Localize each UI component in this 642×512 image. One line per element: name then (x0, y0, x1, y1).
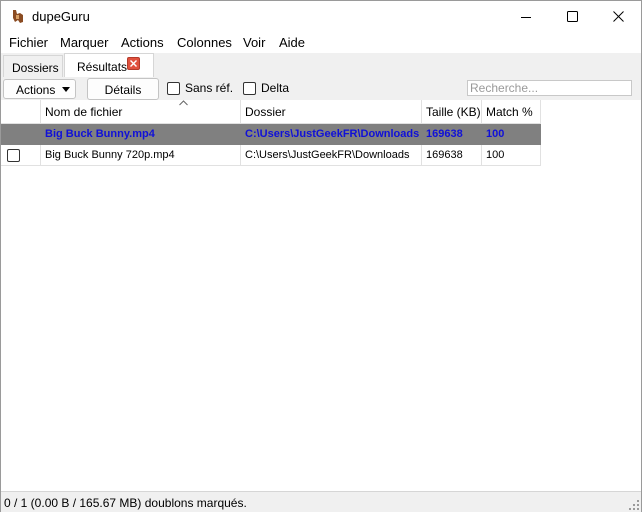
menu-colonnes[interactable]: Colonnes (177, 35, 232, 50)
actions-button-label: Actions (16, 83, 56, 97)
tab-dossiers[interactable]: Dossiers (3, 55, 63, 77)
row-mark-checkbox[interactable] (7, 149, 20, 162)
cell-folder: C:\Users\JustGeekFR\Downloads (241, 145, 422, 166)
menu-bar: Fichier Marquer Actions Colonnes Voir Ai… (1, 32, 641, 53)
column-header-label: Match % (486, 105, 533, 119)
column-header-dossier[interactable]: Dossier (241, 100, 422, 124)
column-header-match[interactable]: Match % (482, 100, 541, 124)
cell-filename: Big Buck Bunny 720p.mp4 (41, 145, 241, 166)
cell-filename: Big Buck Bunny.mp4 (41, 124, 241, 145)
maximize-icon (566, 11, 578, 22)
minimize-icon (521, 16, 531, 18)
close-tab-icon (130, 60, 137, 67)
cell-match: 100 (482, 124, 541, 145)
toolbar: Actions Détails Sans réf. Delta (1, 77, 641, 100)
delta-checkbox[interactable] (243, 81, 256, 95)
column-header-label: Nom de fichier (45, 105, 123, 119)
tab-resultats-label: Résultats (77, 60, 128, 74)
app-window: dupeGuru Fichier Marquer Actions Colonne… (0, 0, 642, 512)
tab-dossiers-label: Dossiers (12, 61, 59, 75)
dropdown-arrow-icon (62, 87, 70, 92)
table-header: Nom de fichier Dossier Taille (KB) Match… (1, 100, 541, 124)
cell-folder: C:\Users\JustGeekFR\Downloads (241, 124, 422, 145)
dupeguru-app-icon (13, 10, 23, 23)
column-header-nom-de-fichier[interactable]: Nom de fichier (41, 100, 241, 124)
column-header-label: Dossier (245, 105, 286, 119)
maximize-button[interactable] (549, 1, 595, 32)
details-button-label: Détails (104, 83, 142, 97)
menu-actions[interactable]: Actions (121, 35, 164, 50)
actions-dropdown-button[interactable]: Actions (3, 79, 76, 99)
sort-ascending-icon (179, 100, 188, 106)
delta-label: Delta (261, 81, 290, 95)
status-bar: 0 / 1 (0.00 B / 165.67 MB) doublons marq… (1, 491, 641, 512)
results-table: Nom de fichier Dossier Taille (KB) Match… (1, 100, 641, 491)
cell-match: 100 (482, 145, 541, 166)
details-button[interactable]: Détails (87, 78, 159, 100)
row-marker-cell (1, 124, 41, 145)
cell-size: 169638 (422, 145, 482, 166)
sans-ref-checkbox[interactable] (167, 81, 180, 95)
menu-marquer[interactable]: Marquer (60, 35, 108, 50)
cell-size: 169638 (422, 124, 482, 145)
close-icon (612, 11, 624, 22)
resize-grip-icon[interactable] (629, 500, 639, 510)
menu-voir[interactable]: Voir (243, 35, 265, 50)
column-header-checkbox[interactable] (1, 100, 41, 124)
status-text: 0 / 1 (0.00 B / 165.67 MB) doublons marq… (4, 496, 247, 510)
window-title: dupeGuru (32, 9, 90, 24)
table-row[interactable]: Big Buck Bunny 720p.mp4 C:\Users\JustGee… (1, 145, 541, 166)
delta-toggle[interactable]: Delta (243, 81, 289, 95)
close-window-button[interactable] (595, 1, 641, 32)
row-checkbox-cell (1, 145, 41, 166)
sans-ref-toggle[interactable]: Sans réf. (167, 81, 233, 95)
tab-bar: Dossiers Résultats (1, 53, 641, 78)
menu-aide[interactable]: Aide (279, 35, 305, 50)
sans-ref-label: Sans réf. (185, 81, 234, 95)
tab-resultats[interactable]: Résultats (64, 53, 154, 78)
column-header-taille[interactable]: Taille (KB) (422, 100, 482, 124)
column-header-label: Taille (KB) (426, 105, 481, 119)
menu-fichier[interactable]: Fichier (9, 35, 48, 50)
search-input[interactable] (467, 80, 632, 96)
title-bar: dupeGuru (1, 1, 641, 32)
tab-close-button[interactable] (127, 57, 140, 70)
minimize-button[interactable] (503, 1, 549, 32)
table-row-reference[interactable]: Big Buck Bunny.mp4 C:\Users\JustGeekFR\D… (1, 124, 541, 145)
